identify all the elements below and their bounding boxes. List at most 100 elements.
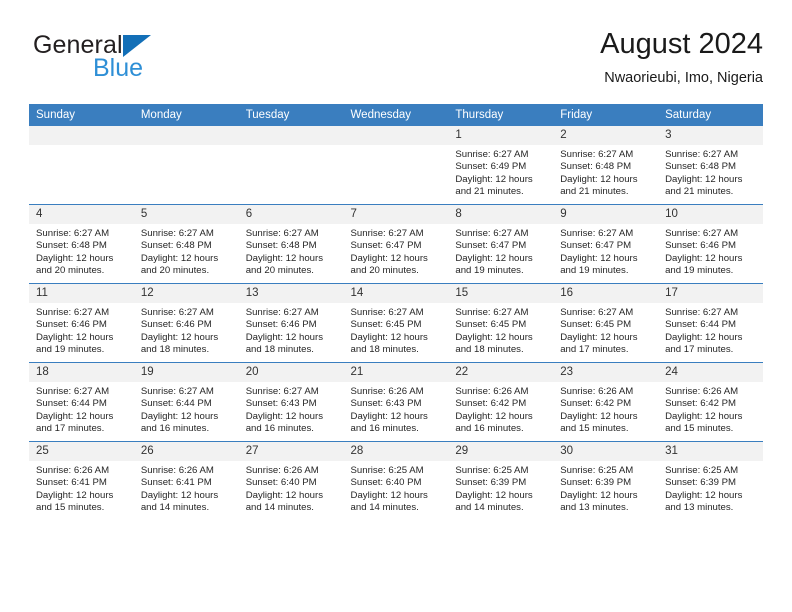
generalblue-logo[interactable]: General Blue [33, 32, 243, 90]
day-details: Sunrise: 6:26 AM Sunset: 6:42 PM Daylight:… [658, 382, 763, 436]
day-details: Sunrise: 6:26 AM Sunset: 6:42 PM Daylight:… [448, 382, 553, 436]
sunrise-time: Sunrise: 6:27 AM [140, 307, 214, 318]
calendar-day-cell[interactable]: 2 Sunrise: 6:27 AM Sunset: 6:48 PM Daylight… [553, 126, 659, 205]
calendar-day-cell[interactable]: 28 Sunrise: 6:25 AM Sunset: 6:40 PM Dayligh… [343, 441, 449, 520]
day-number: 13 [238, 284, 344, 303]
daylight-duration-line1: Daylight: 12 hours [665, 489, 743, 501]
calendar-day-cell[interactable]: 10 Sunrise: 6:27 AM Sunset: 6:46 PM Dayligh… [658, 204, 763, 284]
page-header: General Blue August 2024 Nwaorieubi, Imo… [29, 26, 763, 94]
sunrise-time: Sunrise: 6:27 AM [455, 149, 529, 160]
calendar-day-cell[interactable]: 19 Sunrise: 6:27 AM Sunset: 6:44 PM Dayligh… [133, 362, 239, 442]
sunrise-time: Sunrise: 6:27 AM [245, 307, 319, 318]
day-details: Sunrise: 6:25 AM Sunset: 6:40 PM Daylight:… [344, 461, 449, 515]
sunset-time: Sunset: 6:48 PM [36, 240, 107, 252]
calendar-day-cell[interactable]: 29 Sunrise: 6:25 AM Sunset: 6:39 PM Dayligh… [448, 441, 554, 520]
day-details: Sunrise: 6:27 AM Sunset: 6:46 PM Daylight:… [134, 303, 239, 357]
daylight-duration-line1: Daylight: 12 hours [350, 252, 428, 264]
calendar-day-cell[interactable]: 23 Sunrise: 6:26 AM Sunset: 6:42 PM Dayligh… [553, 362, 659, 442]
sunrise-time: Sunrise: 6:27 AM [36, 386, 110, 397]
sunrise-time: Sunrise: 6:26 AM [560, 386, 634, 397]
daylight-duration-line2: and 15 minutes. [560, 423, 629, 435]
daylight-duration-line2: and 20 minutes. [36, 265, 105, 277]
sunset-time: Sunset: 6:48 PM [560, 161, 632, 173]
day-details: Sunrise: 6:27 AM Sunset: 6:45 PM Daylight:… [344, 303, 449, 357]
day-number: 20 [238, 363, 344, 382]
sunset-time: Sunset: 6:41 PM [36, 477, 107, 489]
calendar-day-cell[interactable]: 27 Sunrise: 6:26 AM Sunset: 6:40 PM Dayligh… [238, 441, 344, 520]
sunset-time: Sunset: 6:41 PM [140, 477, 212, 489]
day-details: Sunrise: 6:27 AM Sunset: 6:48 PM Daylight:… [134, 224, 239, 278]
daylight-duration-line2: and 18 minutes. [140, 344, 210, 356]
daylight-duration-line1: Daylight: 12 hours [665, 173, 743, 185]
day-number: 18 [29, 363, 134, 382]
daylight-duration-line2: and 21 minutes. [455, 186, 524, 198]
day-number: 21 [343, 363, 449, 382]
sunrise-time: Sunrise: 6:26 AM [140, 465, 214, 476]
calendar-day-cell[interactable]: 26 Sunrise: 6:26 AM Sunset: 6:41 PM Dayligh… [133, 441, 239, 520]
daylight-duration-line1: Daylight: 12 hours [455, 252, 533, 264]
calendar-day-cell[interactable]: 11 Sunrise: 6:27 AM Sunset: 6:46 PM Dayligh… [29, 283, 134, 363]
calendar-day-cell[interactable]: 8 Sunrise: 6:27 AM Sunset: 6:47 PM Daylight… [448, 204, 554, 284]
daylight-duration-line2: and 19 minutes. [455, 265, 524, 277]
day-number: 15 [448, 284, 554, 303]
daylight-duration-line1: Daylight: 12 hours [350, 410, 428, 422]
calendar-day-cell[interactable]: 4 Sunrise: 6:27 AM Sunset: 6:48 PM Daylight… [29, 204, 134, 284]
day-details: Sunrise: 6:27 AM Sunset: 6:45 PM Daylight:… [553, 303, 658, 357]
day-number [343, 126, 449, 145]
sunrise-time: Sunrise: 6:27 AM [140, 228, 214, 239]
sunset-time: Sunset: 6:47 PM [455, 240, 527, 252]
daylight-duration-line1: Daylight: 12 hours [455, 489, 533, 501]
calendar-day-cell[interactable]: 15 Sunrise: 6:27 AM Sunset: 6:45 PM Dayligh… [448, 283, 554, 363]
sunset-time: Sunset: 6:43 PM [350, 398, 422, 410]
day-number: 26 [133, 442, 239, 461]
calendar-grid: Sunday Monday Tuesday Wednesday Thursday… [29, 104, 763, 520]
daylight-duration-line2: and 17 minutes. [560, 344, 629, 356]
calendar-day-cell[interactable]: 18 Sunrise: 6:27 AM Sunset: 6:44 PM Dayligh… [29, 362, 134, 442]
sunset-time: Sunset: 6:46 PM [665, 240, 736, 252]
sunset-time: Sunset: 6:42 PM [560, 398, 632, 410]
calendar-day-cell[interactable]: 21 Sunrise: 6:26 AM Sunset: 6:43 PM Dayligh… [343, 362, 449, 442]
day-details: Sunrise: 6:26 AM Sunset: 6:41 PM Daylight:… [29, 461, 134, 515]
calendar-day-cell[interactable]: 6 Sunrise: 6:27 AM Sunset: 6:48 PM Daylight… [238, 204, 344, 284]
sunrise-time: Sunrise: 6:25 AM [560, 465, 634, 476]
daylight-duration-line2: and 16 minutes. [245, 423, 314, 435]
sunrise-time: Sunrise: 6:26 AM [350, 386, 424, 397]
calendar-day-cell[interactable]: 9 Sunrise: 6:27 AM Sunset: 6:47 PM Daylight… [553, 204, 659, 284]
calendar-day-cell[interactable]: 3 Sunrise: 6:27 AM Sunset: 6:48 PM Daylight… [658, 126, 763, 205]
daylight-duration-line1: Daylight: 12 hours [36, 252, 114, 264]
day-details: Sunrise: 6:26 AM Sunset: 6:42 PM Daylight:… [553, 382, 658, 436]
sunset-time: Sunset: 6:46 PM [36, 319, 107, 331]
calendar-day-cell[interactable]: 7 Sunrise: 6:27 AM Sunset: 6:47 PM Daylight… [343, 204, 449, 284]
calendar-day-cell[interactable]: 24 Sunrise: 6:26 AM Sunset: 6:42 PM Dayligh… [658, 362, 763, 442]
calendar-week-row: 11 Sunrise: 6:27 AM Sunset: 6:46 PM Dayligh… [29, 283, 763, 363]
calendar-day-cell-empty [238, 126, 344, 205]
day-number: 6 [238, 205, 344, 224]
daylight-duration-line1: Daylight: 12 hours [36, 410, 114, 422]
daylight-duration-line2: and 14 minutes. [350, 502, 419, 514]
daylight-duration-line2: and 20 minutes. [245, 265, 314, 277]
calendar-day-cell[interactable]: 25 Sunrise: 6:26 AM Sunset: 6:41 PM Dayligh… [29, 441, 134, 520]
sunrise-time: Sunrise: 6:27 AM [245, 228, 319, 239]
weekday-header-wednesday: Wednesday [343, 104, 449, 126]
calendar-day-cell[interactable]: 20 Sunrise: 6:27 AM Sunset: 6:43 PM Dayligh… [238, 362, 344, 442]
calendar-week-row: 1 Sunrise: 6:27 AM Sunset: 6:49 PM Daylight… [29, 126, 763, 205]
sunset-time: Sunset: 6:39 PM [455, 477, 527, 489]
calendar-day-cell[interactable]: 30 Sunrise: 6:25 AM Sunset: 6:39 PM Dayligh… [553, 441, 659, 520]
calendar-day-cell[interactable]: 17 Sunrise: 6:27 AM Sunset: 6:44 PM Dayligh… [658, 283, 763, 363]
calendar-day-cell[interactable]: 22 Sunrise: 6:26 AM Sunset: 6:42 PM Dayligh… [448, 362, 554, 442]
calendar-day-cell[interactable]: 13 Sunrise: 6:27 AM Sunset: 6:46 PM Dayligh… [238, 283, 344, 363]
calendar-day-cell[interactable]: 12 Sunrise: 6:27 AM Sunset: 6:46 PM Dayligh… [133, 283, 239, 363]
calendar-day-cell[interactable]: 5 Sunrise: 6:27 AM Sunset: 6:48 PM Daylight… [133, 204, 239, 284]
daylight-duration-line1: Daylight: 12 hours [140, 331, 219, 343]
calendar-week-row: 25 Sunrise: 6:26 AM Sunset: 6:41 PM Dayligh… [29, 441, 763, 520]
calendar-day-cell[interactable]: 16 Sunrise: 6:27 AM Sunset: 6:45 PM Dayligh… [553, 283, 659, 363]
sunset-time: Sunset: 6:46 PM [245, 319, 317, 331]
daylight-duration-line2: and 19 minutes. [36, 344, 105, 356]
day-number: 9 [553, 205, 659, 224]
day-number: 24 [658, 363, 763, 382]
day-number: 8 [448, 205, 554, 224]
calendar-day-cell[interactable]: 14 Sunrise: 6:27 AM Sunset: 6:45 PM Dayligh… [343, 283, 449, 363]
calendar-day-cell[interactable]: 1 Sunrise: 6:27 AM Sunset: 6:49 PM Daylight… [448, 126, 554, 205]
calendar-day-cell[interactable]: 31 Sunrise: 6:25 AM Sunset: 6:39 PM Dayligh… [658, 441, 763, 520]
day-details: Sunrise: 6:25 AM Sunset: 6:39 PM Daylight:… [658, 461, 763, 515]
